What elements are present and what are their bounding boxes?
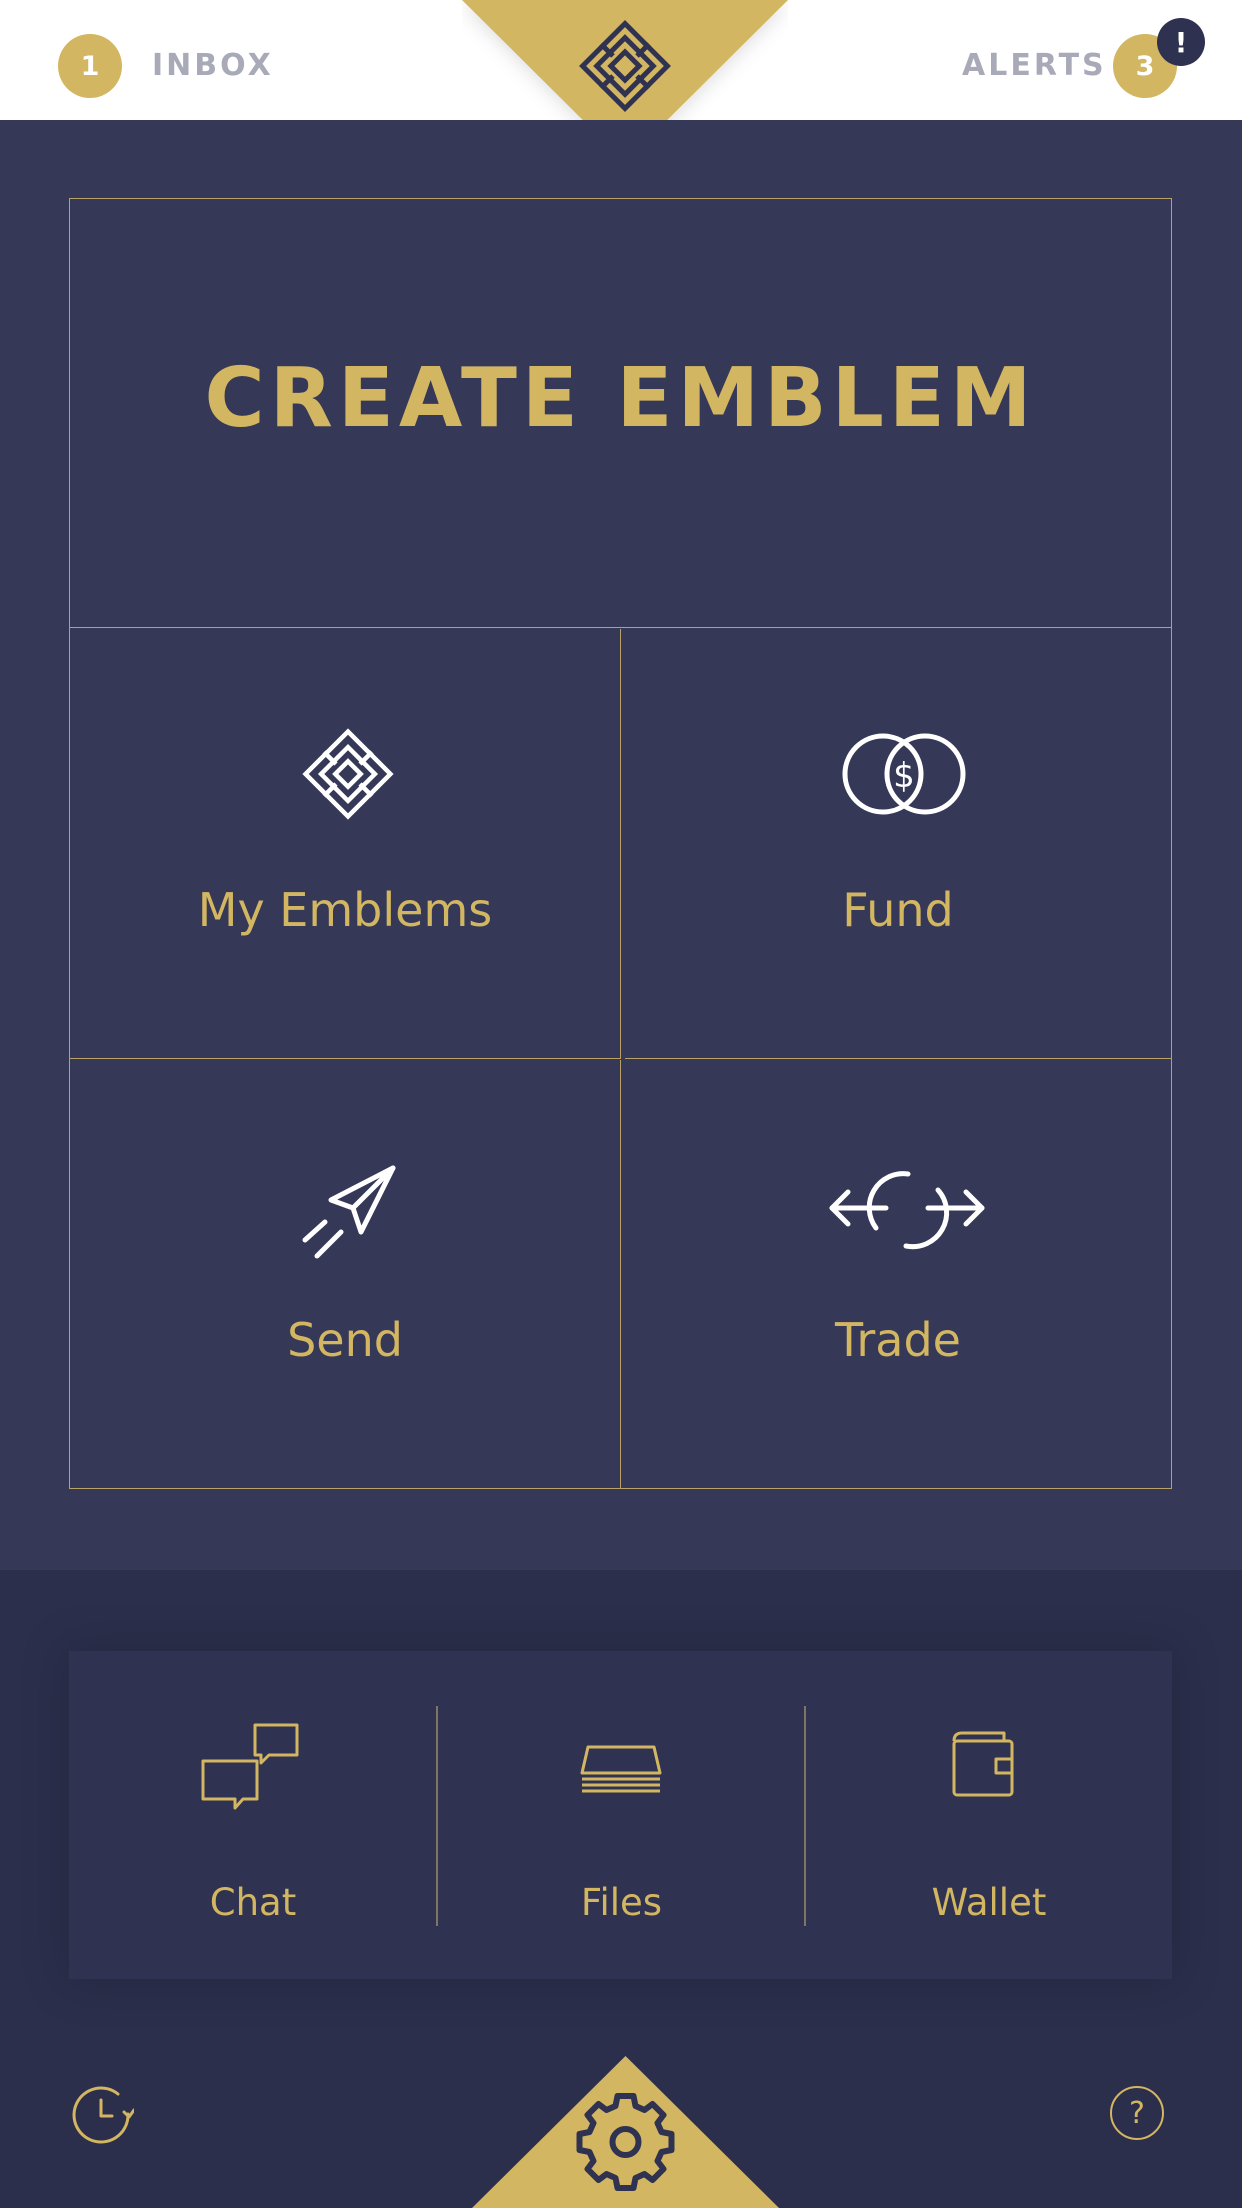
send-label: Send	[287, 1313, 403, 1367]
wallet-icon	[952, 1731, 1014, 1797]
settings-button[interactable]	[472, 2056, 779, 2208]
help-button[interactable]: ?	[1110, 2086, 1164, 2140]
emblem-icon	[302, 728, 394, 820]
create-emblem-label: CREATE EMBLEM	[204, 350, 1037, 446]
fund-label: Fund	[842, 883, 954, 937]
create-emblem-button[interactable]: CREATE EMBLEM	[70, 199, 1171, 628]
action-grid: CREATE EMBLEM My Emblems $ Fund Send Tra…	[69, 198, 1172, 1489]
chat-bubbles-icon	[201, 1723, 299, 1810]
history-icon[interactable]	[72, 2086, 134, 2144]
chat-button[interactable]: Chat	[69, 1651, 437, 1979]
inbox-link[interactable]: INBOX	[152, 48, 274, 84]
inbox-count-badge[interactable]: 1	[58, 34, 122, 98]
trade-arrows-icon	[829, 1171, 985, 1250]
chat-label: Chat	[209, 1881, 297, 1924]
emblem-logo-icon	[579, 20, 671, 112]
alert-indicator: !	[1157, 18, 1205, 66]
trade-tile[interactable]: Trade	[625, 1060, 1171, 1488]
files-label: Files	[580, 1881, 663, 1924]
coins-dollar-icon: $	[842, 733, 966, 815]
wallet-label: Wallet	[931, 1881, 1047, 1924]
fund-tile[interactable]: $ Fund	[625, 629, 1171, 1059]
svg-text:$: $	[893, 756, 915, 796]
files-stack-icon	[580, 1745, 662, 1793]
alerts-link[interactable]: ALERTS	[962, 48, 1107, 84]
files-button[interactable]: Files	[438, 1651, 805, 1979]
my-emblems-tile[interactable]: My Emblems	[70, 629, 621, 1059]
my-emblems-label: My Emblems	[197, 883, 493, 937]
trade-label: Trade	[835, 1313, 961, 1367]
send-tile[interactable]: Send	[70, 1060, 621, 1488]
paper-plane-icon	[302, 1165, 396, 1259]
quick-dock: Chat Files Wallet	[69, 1651, 1172, 1979]
wallet-button[interactable]: Wallet	[806, 1651, 1172, 1979]
help-question-mark: ?	[1129, 2095, 1145, 2131]
